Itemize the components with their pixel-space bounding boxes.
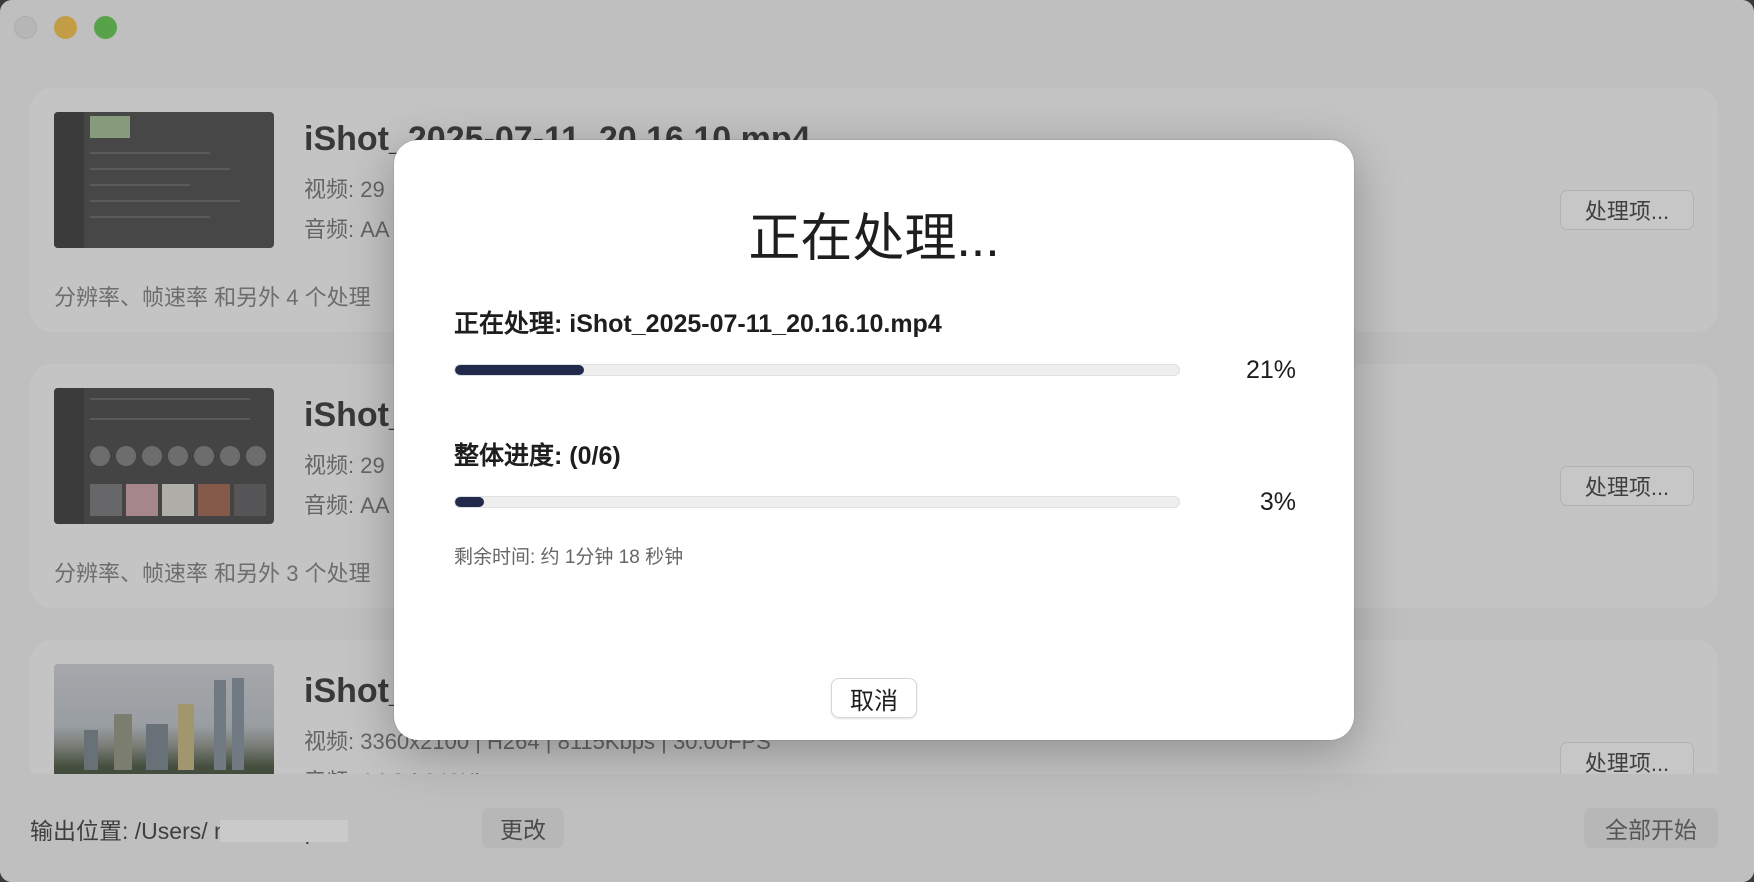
current-file-label: 正在处理: iShot_2025-07-11_20.16.10.mp4 xyxy=(454,310,942,338)
processing-dialog: 正在处理... 正在处理: iShot_2025-07-11_20.16.10.… xyxy=(394,140,1354,740)
overall-progress-label: 整体进度: (0/6) xyxy=(454,442,621,470)
overall-progress-fill xyxy=(455,497,485,507)
remaining-time: 剩余时间: 约 1分钟 18 秒钟 xyxy=(454,547,684,568)
current-progress-bar xyxy=(454,364,1180,376)
dialog-title: 正在处理... xyxy=(748,210,1000,268)
current-progress-fill xyxy=(455,365,585,375)
cancel-button[interactable]: 取消 xyxy=(831,678,917,718)
overall-progress-bar xyxy=(454,496,1180,508)
current-progress-percent: 21% xyxy=(1245,356,1296,384)
overall-progress-percent: 3% xyxy=(1259,488,1296,516)
app-window: iShot_2025-07-11_20.16.10.mp4 视频: 29 音频:… xyxy=(0,0,1754,882)
